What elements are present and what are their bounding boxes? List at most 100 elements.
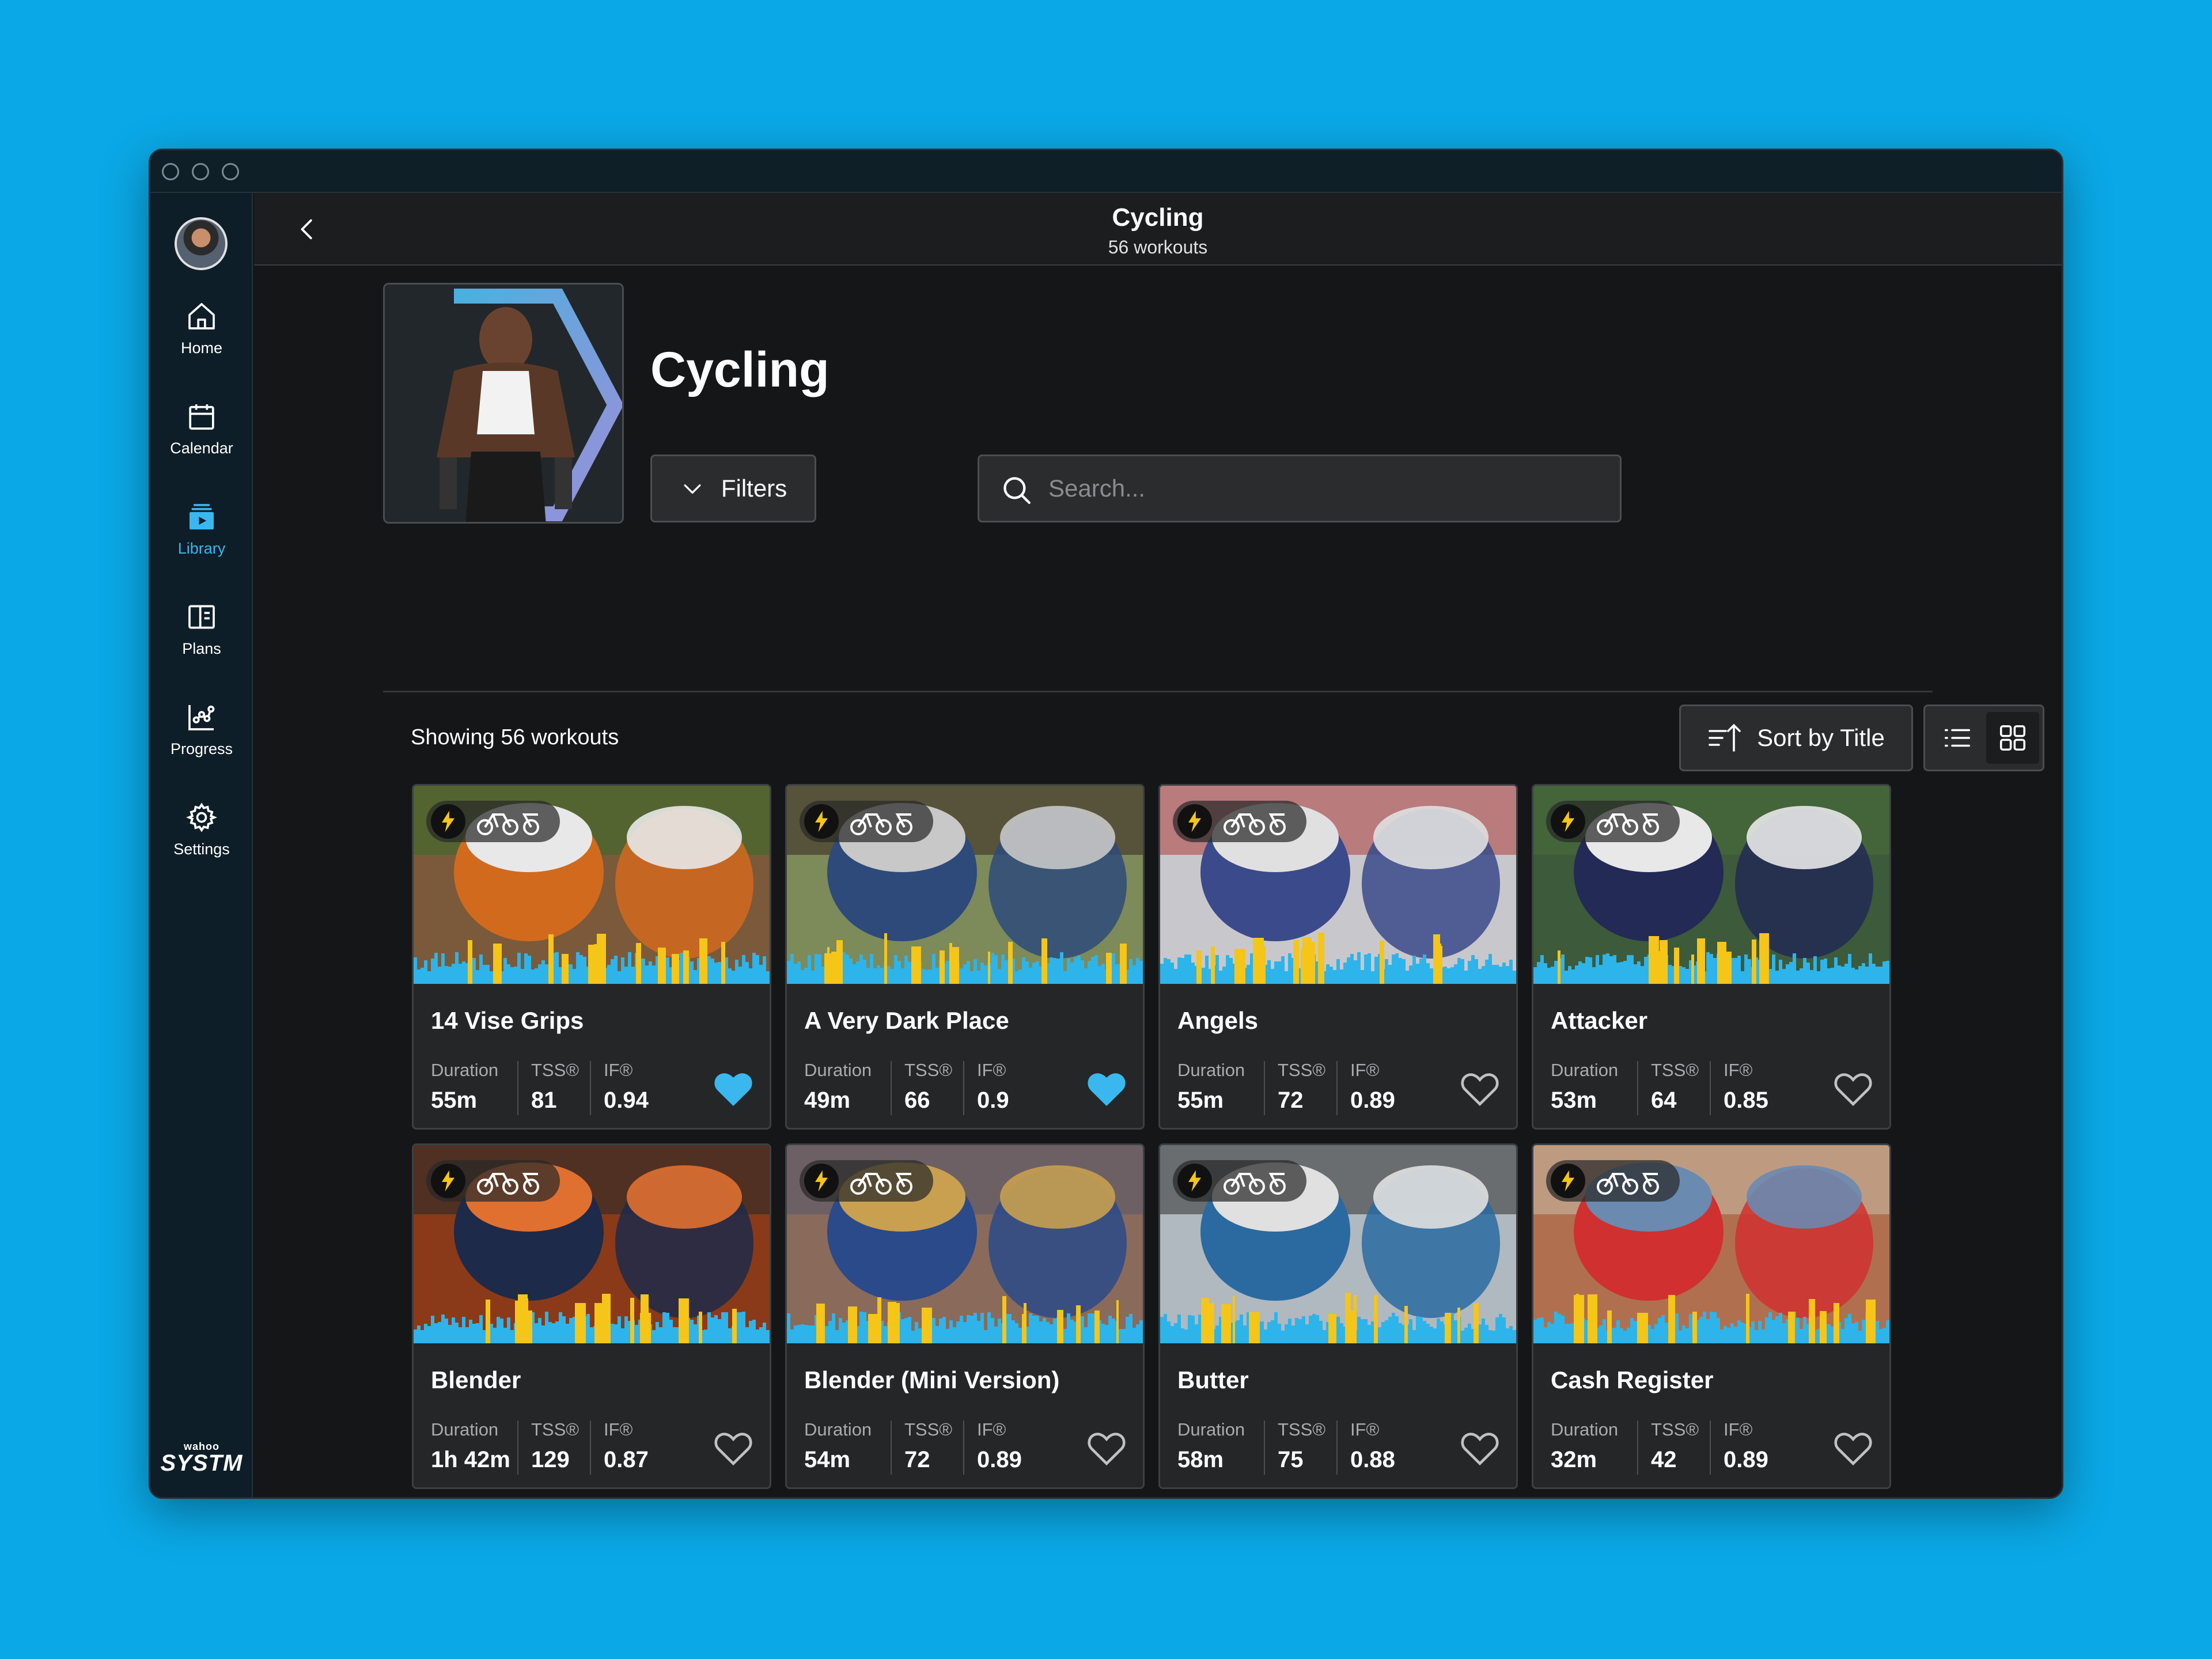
workout-title: Cash Register xyxy=(1551,1366,1714,1393)
workout-card[interactable]: Blender (Mini Version) Duration 54m TSS®… xyxy=(785,1143,1145,1489)
sidebar-item-settings[interactable]: Settings xyxy=(150,801,253,870)
duration-label: Duration xyxy=(431,1060,499,1080)
heart-icon[interactable] xyxy=(713,1069,753,1107)
sidebar-item-progress[interactable]: Progress xyxy=(150,701,253,770)
if-label: IF® xyxy=(604,1060,633,1080)
search-input[interactable] xyxy=(1048,456,1601,521)
workout-type-badge xyxy=(800,1160,933,1202)
minimize-window-button[interactable] xyxy=(192,163,209,180)
workout-title: Blender xyxy=(431,1366,521,1393)
tss-metric: TSS® 42 xyxy=(1651,1419,1699,1473)
workout-card[interactable]: Blender Duration 1h 42m TSS® 129 IF® 0.8… xyxy=(412,1143,771,1489)
workout-type-badge xyxy=(426,801,560,842)
workout-title: Angels xyxy=(1177,1007,1259,1034)
tss-label: TSS® xyxy=(1651,1419,1699,1440)
grid-icon xyxy=(1999,725,2026,751)
workout-type-badge xyxy=(1173,1160,1306,1202)
heart-icon[interactable] xyxy=(1833,1069,1873,1107)
divider xyxy=(383,691,1933,692)
duration-value: 53m xyxy=(1551,1088,1597,1113)
workout-type-badge xyxy=(1546,801,1680,842)
workout-thumbnail xyxy=(787,786,1143,984)
if-label: IF® xyxy=(1724,1419,1753,1440)
workout-card[interactable]: A Very Dark Place Duration 49m TSS® 66 I… xyxy=(785,784,1145,1130)
tss-value: 66 xyxy=(904,1088,930,1113)
tss-value: 129 xyxy=(531,1447,570,1472)
duration-label: Duration xyxy=(1551,1419,1619,1440)
if-value: 0.94 xyxy=(604,1088,649,1113)
if-value: 0.87 xyxy=(604,1447,649,1472)
duration-label: Duration xyxy=(1551,1060,1619,1080)
tss-label: TSS® xyxy=(904,1060,953,1080)
duration-value: 32m xyxy=(1551,1447,1597,1472)
tss-value: 72 xyxy=(1278,1088,1304,1113)
header-title: Cycling xyxy=(1112,203,1204,232)
grid-view-button[interactable] xyxy=(1986,712,2039,764)
duration-value: 55m xyxy=(1177,1088,1224,1113)
gear-icon xyxy=(186,802,217,832)
library-icon xyxy=(190,503,214,530)
metric-divider xyxy=(1637,1061,1638,1115)
close-window-button[interactable] xyxy=(162,163,179,180)
workout-type-badge xyxy=(800,801,933,842)
metric-divider xyxy=(891,1061,892,1115)
metric-divider xyxy=(1336,1421,1338,1475)
sufferfest-logo-icon xyxy=(431,1164,465,1198)
metric-divider xyxy=(590,1061,591,1115)
tss-metric: TSS® 129 xyxy=(531,1419,579,1473)
tss-value: 75 xyxy=(1278,1447,1304,1472)
tss-value: 64 xyxy=(1651,1088,1677,1113)
avatar[interactable] xyxy=(175,217,228,270)
maximize-window-button[interactable] xyxy=(222,163,239,180)
heart-icon[interactable] xyxy=(1460,1429,1500,1467)
sidebar-item-label: Calendar xyxy=(170,440,233,457)
heart-icon[interactable] xyxy=(713,1429,753,1467)
search-box xyxy=(978,454,1622,522)
sufferfest-logo-icon xyxy=(804,1164,839,1198)
heart-icon[interactable] xyxy=(1086,1429,1127,1467)
duration-metric: Duration 32m xyxy=(1551,1419,1618,1473)
workout-profile xyxy=(787,1296,1143,1343)
workout-card[interactable]: 14 Vise Grips Duration 55m TSS® 81 IF® 0… xyxy=(412,784,771,1130)
tss-label: TSS® xyxy=(531,1060,579,1080)
sidebar-item-calendar[interactable]: Calendar xyxy=(150,400,253,469)
progress-icon xyxy=(188,705,215,730)
workout-card[interactable]: Attacker Duration 53m TSS® 64 IF® 0.85 xyxy=(1532,784,1891,1130)
sidebar-item-home[interactable]: Home xyxy=(150,300,253,369)
sidebar-item-plans[interactable]: Plans xyxy=(150,601,253,670)
workout-thumbnail xyxy=(1160,1145,1516,1343)
if-value: 0.9 xyxy=(977,1088,1009,1113)
list-view-button[interactable] xyxy=(1933,714,1982,762)
search-icon xyxy=(1003,477,1031,504)
sort-button[interactable]: Sort by Title xyxy=(1679,704,1913,771)
duration-label: Duration xyxy=(1177,1060,1245,1080)
duration-metric: Duration 54m xyxy=(804,1419,872,1473)
bike-icon xyxy=(850,1173,912,1195)
main-content: Cycling Filters Showing 56 workouts Sort… xyxy=(254,267,2062,1497)
heart-icon[interactable] xyxy=(1460,1069,1500,1107)
duration-value: 49m xyxy=(804,1088,851,1113)
workout-profile xyxy=(414,1294,770,1343)
duration-label: Duration xyxy=(1177,1419,1245,1440)
workout-title: Attacker xyxy=(1551,1007,1648,1034)
duration-metric: Duration 58m xyxy=(1177,1419,1245,1473)
filters-button[interactable]: Filters xyxy=(650,454,816,522)
category-hero-image xyxy=(383,283,624,524)
tss-value: 81 xyxy=(531,1088,557,1113)
duration-value: 54m xyxy=(804,1447,851,1472)
workout-profile xyxy=(414,934,770,984)
workout-card[interactable]: Cash Register Duration 32m TSS® 42 IF® 0… xyxy=(1532,1143,1891,1489)
duration-metric: Duration 49m xyxy=(804,1060,872,1113)
heart-icon[interactable] xyxy=(1086,1069,1127,1107)
sort-icon xyxy=(1709,724,1741,752)
duration-metric: Duration 55m xyxy=(431,1060,498,1113)
heart-icon[interactable] xyxy=(1833,1429,1873,1467)
workout-thumbnail xyxy=(1533,1145,1889,1343)
workout-profile xyxy=(787,933,1143,984)
sidebar-item-library[interactable]: Library xyxy=(150,501,253,570)
workout-card[interactable]: Butter Duration 58m TSS® 75 IF® 0.88 xyxy=(1158,1143,1518,1489)
bike-icon xyxy=(1597,813,1659,835)
duration-value: 58m xyxy=(1177,1447,1224,1472)
workout-card[interactable]: Angels Duration 55m TSS® 72 IF® 0.89 xyxy=(1158,784,1518,1130)
workout-title: Blender (Mini Version) xyxy=(804,1366,1060,1393)
